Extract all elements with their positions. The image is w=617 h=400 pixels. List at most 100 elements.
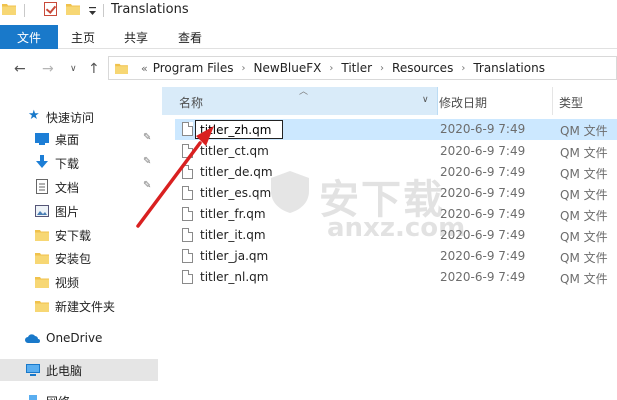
file-date: 2020-6-9 7:49 <box>440 165 526 179</box>
tab-view[interactable]: 查看 <box>178 29 202 46</box>
rename-input[interactable]: titler_zh.qm <box>195 120 283 139</box>
column-header-type[interactable]: 类型 <box>557 87 617 115</box>
sidebar-item-label: 此电脑 <box>46 363 83 378</box>
sidebar-item-anxiazai[interactable]: 安下载 <box>0 224 158 246</box>
sidebar-item-documents[interactable]: 文档 ✎ <box>0 176 158 198</box>
sidebar-item-label: 桌面 <box>55 132 80 147</box>
breadcrumb-resources[interactable]: Resources <box>392 61 453 75</box>
file-row[interactable]: titler_it.qm 2020-6-9 7:49 QM 文件 <box>175 225 617 246</box>
file-type: QM 文件 <box>560 167 608 181</box>
back-arrow-icon[interactable]: ← <box>14 61 26 77</box>
sidebar-item-label: 视频 <box>55 275 80 290</box>
navigation-pane: ★ 快速访问 桌面 ✎ 下载 ✎ 文档 ✎ 图片 安下载 安装包 视频 新建文件… <box>0 82 160 400</box>
sidebar-item-install-packages[interactable]: 安装包 <box>0 247 158 269</box>
folder-icon <box>115 63 128 74</box>
sidebar-item-downloads[interactable]: 下载 ✎ <box>0 152 158 174</box>
column-header-label: 修改日期 <box>439 96 488 110</box>
sidebar-item-pictures[interactable]: 图片 <box>0 200 158 222</box>
file-icon <box>182 207 193 221</box>
file-type: QM 文件 <box>560 146 608 160</box>
file-row[interactable]: titler_ct.qm 2020-6-9 7:49 QM 文件 <box>175 141 617 162</box>
new-folder-icon[interactable] <box>66 3 80 15</box>
sidebar-item-label: OneDrive <box>46 331 103 345</box>
file-name: titler_ja.qm <box>200 249 269 263</box>
folder-icon <box>35 230 49 241</box>
file-icon <box>182 228 193 242</box>
breadcrumb-translations[interactable]: Translations <box>473 61 545 75</box>
column-header-label: 类型 <box>559 96 584 110</box>
file-date: 2020-6-9 7:49 <box>440 249 526 263</box>
address-bar[interactable]: « Program Files › NewBlueFX › Titler › R… <box>108 56 617 80</box>
breadcrumb-overflow[interactable]: « <box>141 62 148 75</box>
sidebar-item-quick-access[interactable]: ★ 快速访问 <box>0 106 158 128</box>
sidebar-item-this-pc[interactable]: 此电脑 <box>0 359 158 381</box>
forward-arrow-icon[interactable]: → <box>42 61 54 77</box>
sidebar-item-desktop[interactable]: 桌面 ✎ <box>0 128 158 150</box>
file-row[interactable]: titler_es.qm 2020-6-9 7:49 QM 文件 <box>175 183 617 204</box>
breadcrumb-separator-icon[interactable]: › <box>329 63 333 74</box>
file-list: ︿ 名称 ∨ 修改日期 类型 titler_zh.qm 2020-6-9 7:4… <box>160 82 617 400</box>
star-icon: ★ <box>28 108 40 123</box>
file-date: 2020-6-9 7:49 <box>440 186 526 200</box>
sidebar-item-new-folder[interactable]: 新建文件夹 <box>0 295 158 317</box>
file-name: titler_fr.qm <box>200 207 266 221</box>
file-icon <box>182 165 193 179</box>
pin-icon[interactable]: ✎ <box>143 180 151 191</box>
sort-ascending-icon: ︿ <box>299 87 309 97</box>
up-arrow-icon[interactable]: ↑ <box>88 61 100 77</box>
breadcrumb-titler[interactable]: Titler <box>341 61 372 75</box>
file-row[interactable]: titler_fr.qm 2020-6-9 7:49 QM 文件 <box>175 204 617 225</box>
file-icon <box>182 249 193 263</box>
window-title: Translations <box>111 2 189 17</box>
breadcrumb-program-files[interactable]: Program Files <box>153 61 234 75</box>
file-icon <box>182 186 193 200</box>
recent-locations-chevron-icon[interactable]: ∨ <box>70 64 77 74</box>
sidebar-item-videos[interactable]: 视频 <box>0 271 158 293</box>
computer-icon <box>26 364 40 376</box>
file-row[interactable]: titler_ja.qm 2020-6-9 7:49 QM 文件 <box>175 246 617 267</box>
file-type: QM 文件 <box>560 230 608 244</box>
sidebar-item-onedrive[interactable]: OneDrive <box>0 327 158 349</box>
sidebar-item-label: 图片 <box>55 204 80 219</box>
file-date: 2020-6-9 7:49 <box>440 207 526 221</box>
properties-checkmark-icon[interactable] <box>44 2 57 16</box>
column-header-name[interactable]: ︿ 名称 ∨ <box>162 87 438 115</box>
folder-icon <box>35 253 49 264</box>
tab-home[interactable]: 主页 <box>71 29 95 46</box>
file-row[interactable]: titler_zh.qm 2020-6-9 7:49 QM 文件 <box>175 119 617 140</box>
column-filter-dropdown-icon[interactable]: ∨ <box>422 95 429 105</box>
breadcrumb-separator-icon[interactable]: › <box>242 63 246 74</box>
customize-toolbar-dropdown-icon[interactable] <box>88 3 97 17</box>
column-header-date[interactable]: 修改日期 <box>439 87 552 115</box>
ribbon-tabs: 文件 主页 共享 查看 <box>0 25 617 49</box>
sidebar-item-network[interactable]: 网络 <box>0 390 158 400</box>
folder-icon <box>35 277 49 288</box>
cloud-icon <box>25 334 40 343</box>
file-type: QM 文件 <box>560 272 608 286</box>
column-header-label: 名称 <box>179 96 204 110</box>
breadcrumb-separator-icon[interactable]: › <box>380 63 384 74</box>
file-icon <box>182 144 193 158</box>
breadcrumb-separator-icon[interactable]: › <box>461 63 465 74</box>
column-divider[interactable] <box>552 87 553 115</box>
file-icon <box>182 270 193 284</box>
sidebar-item-label: 文档 <box>55 180 80 195</box>
sidebar-item-label: 快速访问 <box>46 110 95 125</box>
pin-icon[interactable]: ✎ <box>143 132 151 143</box>
navigation-bar: ← → ∨ ↑ « Program Files › NewBlueFX › Ti… <box>0 55 617 81</box>
pin-icon[interactable]: ✎ <box>143 156 151 167</box>
file-row[interactable]: titler_nl.qm 2020-6-9 7:49 QM 文件 <box>175 267 617 288</box>
tab-share[interactable]: 共享 <box>124 29 148 46</box>
file-icon <box>182 122 193 136</box>
sidebar-item-label: 安下载 <box>55 228 92 243</box>
tab-file[interactable]: 文件 <box>0 25 58 49</box>
file-date: 2020-6-9 7:49 <box>440 144 526 158</box>
file-row[interactable]: titler_de.qm 2020-6-9 7:49 QM 文件 <box>175 162 617 183</box>
download-icon <box>36 155 48 168</box>
breadcrumb-newbluefx[interactable]: NewBlueFX <box>254 61 322 75</box>
network-icon <box>29 395 37 400</box>
toolbar-separator <box>103 4 104 17</box>
file-type: QM 文件 <box>560 209 608 223</box>
document-icon <box>36 179 48 194</box>
file-type: QM 文件 <box>560 188 608 202</box>
